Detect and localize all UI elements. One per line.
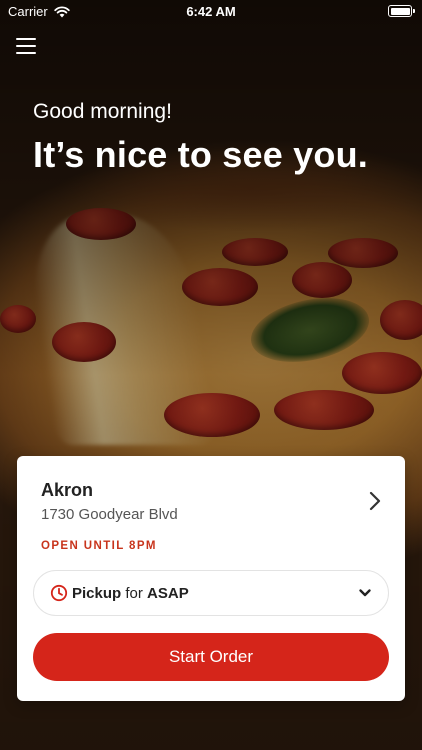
store-address: 1730 Goodyear Blvd: [41, 506, 178, 523]
store-open-status: OPEN UNTIL 8PM: [41, 540, 157, 552]
pickup-summary: Pickup for ASAP: [72, 585, 189, 602]
headline-text: It’s nice to see you.: [33, 134, 368, 175]
chevron-down-icon: [359, 589, 371, 597]
chevron-right-icon: [369, 491, 381, 511]
order-card: Akron 1730 Goodyear Blvd OPEN UNTIL 8PM …: [17, 456, 405, 701]
greeting-text: Good morning!: [33, 100, 172, 123]
pickup-time: ASAP: [147, 584, 189, 602]
pickup-method: Pickup: [72, 584, 122, 602]
status-time: 6:42 AM: [186, 4, 236, 19]
store-name: Akron: [41, 480, 94, 500]
hamburger-menu-icon[interactable]: [16, 38, 36, 56]
start-order-button[interactable]: Start Order: [33, 633, 389, 681]
battery-icon: [388, 5, 415, 17]
status-bar: Carrier 6:42 AM: [0, 0, 422, 22]
clock-icon: [50, 584, 68, 602]
store-selector[interactable]: Akron 1730 Goodyear Blvd: [17, 456, 405, 536]
pickup-connector: for: [125, 584, 143, 602]
pickup-time-dropdown[interactable]: Pickup for ASAP: [33, 570, 389, 616]
